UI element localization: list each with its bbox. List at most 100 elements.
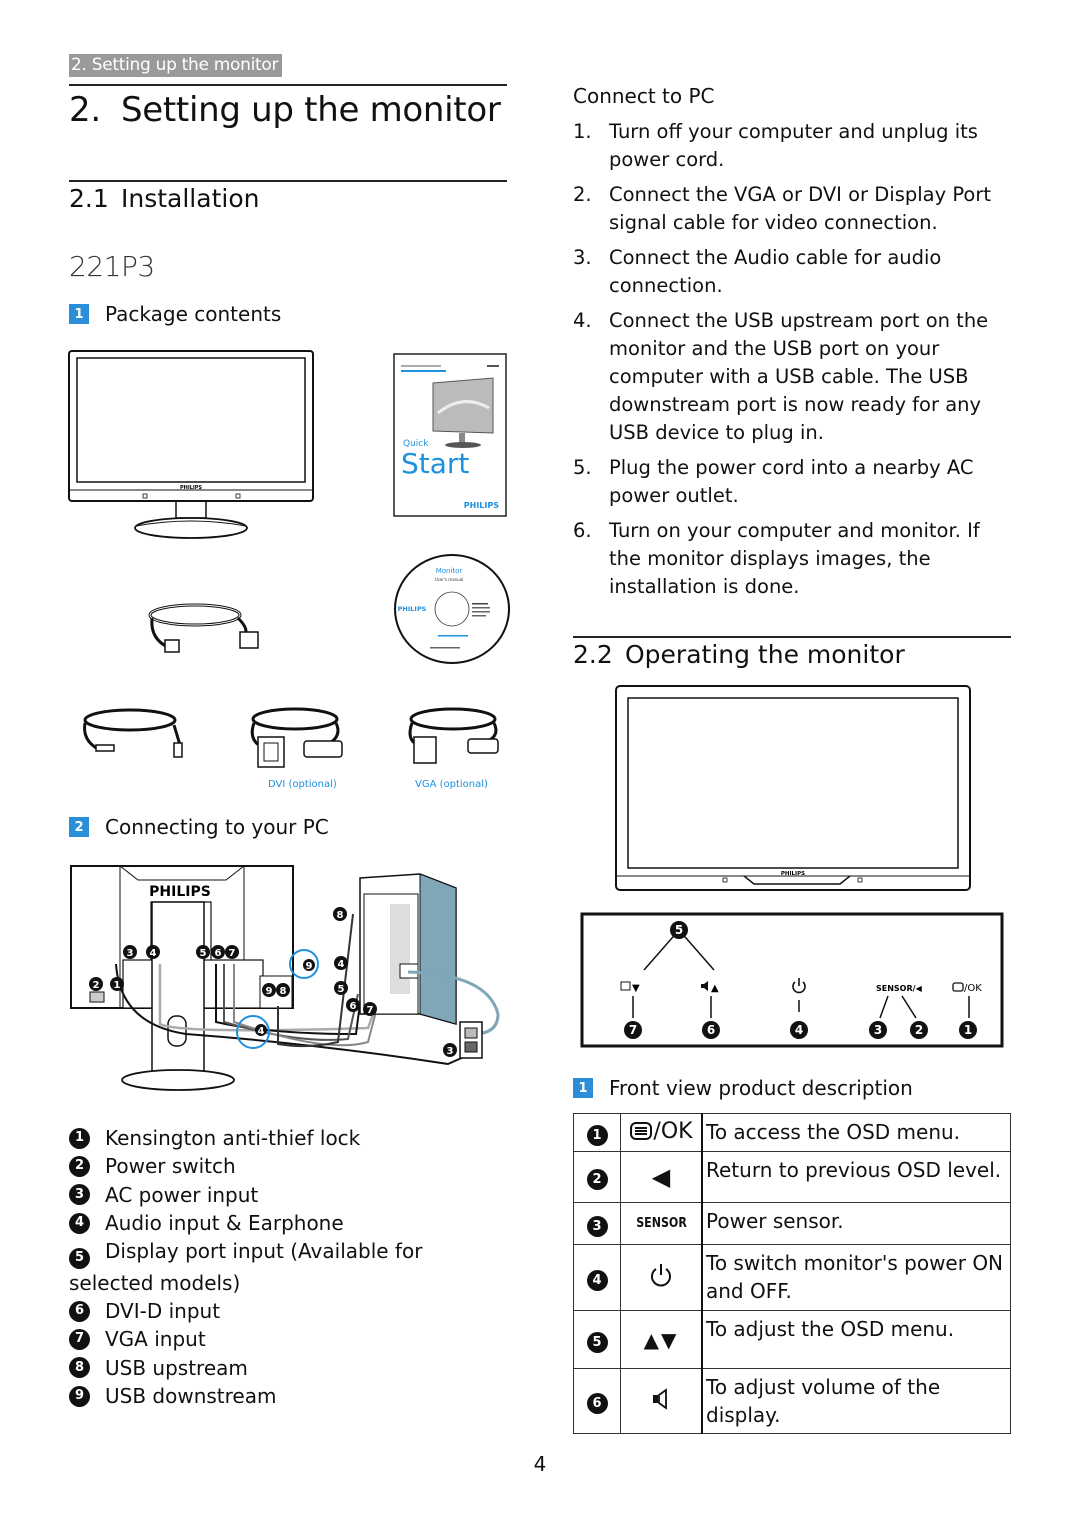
step-number: 6. [573,519,592,542]
legend-label: DVI-D input [105,1299,221,1324]
legend-item: 5 Display port input (Available for selec… [69,1237,509,1297]
step-text: Connect the VGA or DVI or Display Port s… [609,183,992,234]
diagram-brand: PHILIPS [149,884,211,900]
callout-4: 4 [790,1021,808,1039]
number-bullet: 4 [69,1212,90,1234]
monitor-brand: PHILIPS [180,485,202,491]
subheading-text: Front view product description [609,1076,913,1100]
connect-to-pc-heading: Connect to PC [573,84,715,108]
legend-label: Kensington anti-thief lock [105,1126,361,1150]
number-bullet: 7 [69,1329,90,1351]
vga-cable [408,707,499,764]
svg-text:6: 6 [707,1023,715,1037]
subheading-text: Connecting to your PC [105,815,329,839]
row-description: To switch monitor's power ON and OFF. [701,1244,1011,1311]
svg-text:4: 4 [795,1023,803,1037]
table-row: 4 To switch monitor's power ON and OFF. [573,1244,1011,1311]
step-item: 1. Turn off your computer and unplug its … [573,118,1013,174]
cd-title: Monitor [436,567,463,575]
legend-label: Audio input & Earphone [105,1210,344,1235]
step-badge: 1 [573,1078,593,1098]
callout-3: 3 [123,945,137,959]
svg-text:6: 6 [350,1001,357,1012]
step-badge: 2 [69,817,89,837]
number-bullet: 9 [69,1385,90,1407]
number-bullet: 3 [69,1184,90,1206]
svg-text:5: 5 [200,948,207,959]
svg-text:7: 7 [229,948,236,959]
section-title-text: Operating the monitor [625,640,905,669]
svg-text:5: 5 [338,984,345,995]
row-description: Return to previous OSD level. [701,1151,1011,1203]
cd-subtitle: User's manual [435,577,464,582]
step-item: 5. Plug the power cord into a nearby AC p… [573,454,1013,510]
step-badge: 1 [69,304,89,324]
callout-5: 5 [196,945,210,959]
callout-6: 6 [211,945,225,959]
button-glyph: ▲ [711,983,719,994]
svg-text:7: 7 [367,1005,374,1016]
svg-text:9: 9 [266,986,273,997]
svg-text:1: 1 [964,1023,972,1037]
callout-3-outlet: 3 [443,1043,457,1057]
number-bullet: 1 [586,1124,608,1146]
callout-9: 9 [262,983,276,997]
callout-1: 1 [959,1021,977,1039]
legend-item: 4 Audio input & Earphone [69,1209,509,1237]
power-icon [651,1264,671,1287]
svg-text:2: 2 [93,980,100,991]
sensor-key: SENSOR [626,1202,697,1245]
callout-2: 2 [910,1021,928,1039]
section-rule [573,636,1011,638]
legend-label: VGA input [105,1327,206,1352]
callout-9-zoom: 9 [303,959,315,972]
row-description: To access the OSD menu. [701,1113,1011,1152]
svg-text:8: 8 [337,910,344,921]
step-number: 4. [573,309,592,332]
svg-text:8: 8 [280,986,287,997]
number-bullet: 8 [69,1357,90,1379]
legend-label: USB upstream [105,1355,248,1380]
callout-4-pc: 4 [334,956,348,970]
legend-item: 3 AC power input [69,1181,509,1209]
legend-label: Power switch [105,1154,236,1179]
callout-4: 4 [146,945,160,959]
number-bullet: 3 [586,1215,608,1237]
callout-7: 7 [624,1021,642,1039]
svg-text:3: 3 [127,948,134,959]
button-panel-diagram: ▼ ▲ SENSOR/◀ /OK 5 7 6 4 3 2 1 [580,912,1004,1048]
section-number: 2.2 [573,640,613,669]
connector-legend: 1 Kensington anti-thief lock 2 Power switc… [69,1124,509,1410]
section-number: 2.1 [69,184,109,213]
number-bullet: 2 [69,1155,90,1177]
step-item: 3. Connect the Audio cable for audio conn… [573,244,1013,300]
number-bullet: 5 [69,1247,90,1269]
section-title-operating: 2.2 Operating the monitor [573,640,905,669]
subheading-package-contents: 1 Package contents [69,302,281,326]
callout-6-pc: 6 [346,998,360,1012]
callout-2: 2 [89,977,103,991]
left-triangle-icon: ◀ [620,1151,703,1203]
step-number: 2. [573,183,592,206]
callout-5: 5 [670,921,688,939]
step-number: 5. [573,456,592,479]
subheading-connecting: 2 Connecting to your PC [69,815,329,839]
monitor-illustration: PHILIPS [68,350,314,539]
speaker-icon [653,1387,667,1410]
step-item: 6. Turn on your computer and monitor. If … [573,517,1013,601]
key-label: /OK [653,1118,693,1144]
section-title-installation: 2.1 Installation [69,184,259,213]
svg-text:9: 9 [306,961,313,972]
button-glyph: ▼ [632,983,640,994]
subheading-front-view: 1 Front view product description [573,1076,913,1100]
svg-text:1: 1 [114,980,121,991]
legend-label: AC power input [105,1182,259,1207]
number-bullet: 2 [586,1169,608,1190]
audio-cable [83,708,183,758]
volume-key [620,1368,703,1434]
legend-label: Display port input (Available for select… [69,1239,423,1295]
callout-6: 6 [702,1021,720,1039]
number-bullet: 4 [586,1269,608,1291]
callout-8-pc: 8 [333,907,347,921]
svg-text:4: 4 [150,948,157,959]
